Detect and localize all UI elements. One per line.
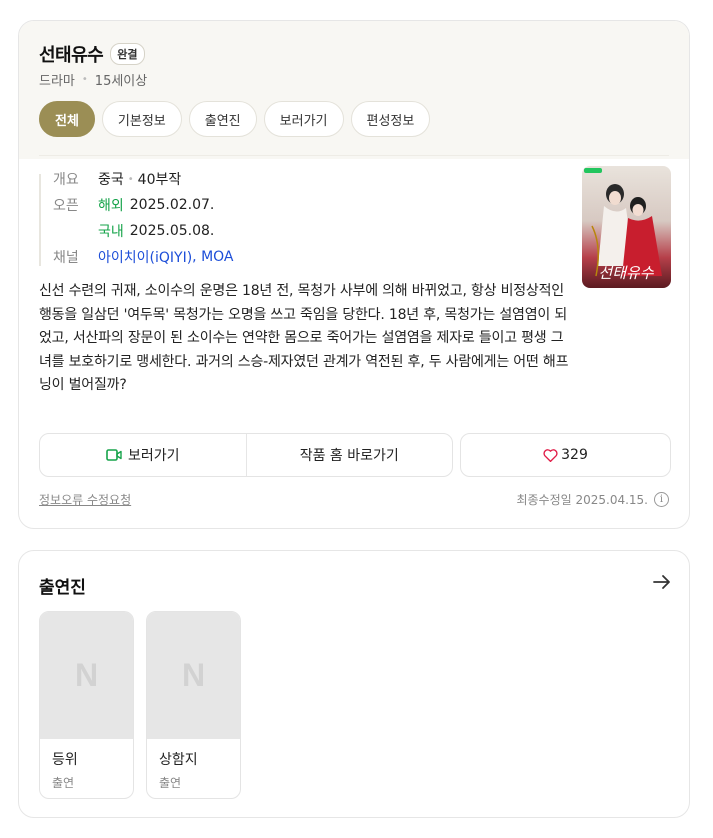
age-rating-text: 15세이상 xyxy=(94,74,148,89)
action-group: 보러가기 작품 홈 바로가기 xyxy=(39,433,453,477)
status-badge: 완결 xyxy=(110,43,145,65)
watch-button[interactable]: 보러가기 xyxy=(40,434,246,476)
channel-row: 채널 아이치이(iQIYI), MOA xyxy=(53,244,234,270)
separator-dot: • xyxy=(127,173,134,185)
video-icon xyxy=(106,449,122,461)
tab-cast[interactable]: 출연진 xyxy=(188,101,257,137)
info-side-bar xyxy=(39,174,41,266)
open-row-domestic: 국내 2025.05.08. xyxy=(53,218,234,244)
placeholder-logo-icon: N xyxy=(74,657,99,693)
genre-text: 드라마 xyxy=(39,74,75,89)
domestic-date: 2025.05.08. xyxy=(129,223,215,239)
overview-row: 개요 중국 • 40부작 xyxy=(53,166,234,192)
overseas-label: 해외 xyxy=(98,198,124,214)
cast-name: 상함지 xyxy=(159,752,198,768)
channel-link-moa[interactable]: MOA xyxy=(201,249,233,265)
heart-icon xyxy=(543,448,558,462)
overview-label: 개요 xyxy=(53,172,79,188)
synopsis-text: 신선 수련의 귀재, 소이수의 운명은 18년 전, 목청가 사부에 의해 바뀌… xyxy=(39,283,569,393)
cast-photo-placeholder: N xyxy=(147,612,240,739)
channel-label: 채널 xyxy=(53,250,79,266)
poster-art: 선태유수 xyxy=(582,166,671,288)
watch-button-label: 보러가기 xyxy=(127,448,180,464)
cast-list: N 등위 출연 N 상함지 출연 xyxy=(39,611,241,799)
tab-bar: 전체 기본정보 출연진 보러가기 편성정보 xyxy=(39,101,431,137)
title-row: 선태유수 완결 xyxy=(39,41,145,67)
episodes-text: 40부작 xyxy=(137,172,182,188)
like-count: 329 xyxy=(561,447,588,463)
divider xyxy=(39,155,669,156)
poster-title: 선태유수 xyxy=(598,264,654,282)
last-updated-text: 최종수정일 2025.04.15. xyxy=(516,493,648,507)
open-row-overseas: 오픈 해외 2025.02.07. xyxy=(53,192,234,218)
poster-image[interactable]: 선태유수 xyxy=(582,166,671,288)
placeholder-logo-icon: N xyxy=(181,657,206,693)
overseas-date: 2025.02.07. xyxy=(129,197,215,213)
cast-card: 출연진 N 등위 출연 N 상함지 출연 xyxy=(18,550,690,818)
work-home-button[interactable]: 작품 홈 바로가기 xyxy=(247,434,453,476)
cast-name: 등위 xyxy=(52,752,78,768)
open-label: 오픈 xyxy=(53,198,79,214)
tab-watch[interactable]: 보러가기 xyxy=(263,101,344,137)
like-button[interactable]: 329 xyxy=(460,433,671,477)
cast-role: 출연 xyxy=(159,776,182,790)
cast-member-card[interactable]: N 상함지 출연 xyxy=(146,611,241,799)
drama-title: 선태유수 xyxy=(39,45,104,66)
domestic-label: 국내 xyxy=(98,224,124,240)
channel-separator: , xyxy=(192,249,197,265)
cast-photo-placeholder: N xyxy=(40,612,133,739)
country-text: 중국 xyxy=(98,172,124,188)
tab-basic-info[interactable]: 기본정보 xyxy=(101,101,182,137)
arrow-right-icon[interactable] xyxy=(653,571,671,595)
drama-info-card: 선태유수 완결 드라마 • 15세이상 전체 기본정보 출연진 보러가기 편성정… xyxy=(18,20,690,529)
cast-section-title: 출연진 xyxy=(39,578,86,598)
tab-all[interactable]: 전체 xyxy=(39,101,95,137)
report-error-link[interactable]: 정보오류 수정요청 xyxy=(39,491,131,508)
channel-link-iqiyi[interactable]: 아이치이(iQIYI) xyxy=(98,247,192,267)
info-icon[interactable]: i xyxy=(654,492,669,507)
tab-schedule[interactable]: 편성정보 xyxy=(350,101,431,137)
meta-row: 드라마 • 15세이상 xyxy=(39,70,147,89)
cast-role: 출연 xyxy=(52,776,75,790)
cast-member-card[interactable]: N 등위 출연 xyxy=(39,611,134,799)
last-updated: 최종수정일 2025.04.15. i xyxy=(516,491,669,508)
separator-dot: • xyxy=(81,74,88,85)
